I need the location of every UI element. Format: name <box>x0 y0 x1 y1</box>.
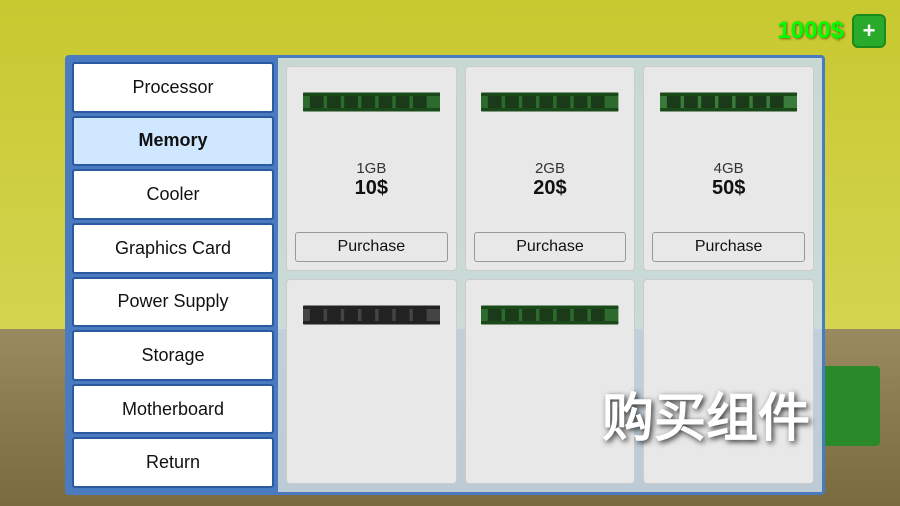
product-price-4gb: 50$ <box>712 177 745 200</box>
product-card-4gb: 4GB 50$ Purchase <box>643 66 814 271</box>
product-card-32gb <box>643 279 814 484</box>
product-size-1gb: 1GB <box>355 160 388 177</box>
main-panel: Processor Memory Cooler Graphics Card Po… <box>65 55 825 495</box>
sidebar-item-motherboard[interactable]: Motherboard <box>72 384 274 435</box>
purchase-button-4gb[interactable]: Purchase <box>652 232 805 262</box>
product-card-1gb: 1GB 10$ Purchase <box>286 66 457 271</box>
content-area: 1GB 10$ Purchase <box>278 58 822 492</box>
sidebar-item-processor[interactable]: Processor <box>72 62 274 113</box>
ram-image-8gb <box>303 296 440 336</box>
currency-amount: 1000$ <box>777 17 844 45</box>
product-info-4gb: 4GB 50$ <box>712 160 745 200</box>
sidebar-item-memory[interactable]: Memory <box>72 116 274 167</box>
sidebar-item-cooler[interactable]: Cooler <box>72 169 274 220</box>
product-price-2gb: 20$ <box>533 177 566 200</box>
ram-image-2gb <box>481 83 618 123</box>
sidebar: Processor Memory Cooler Graphics Card Po… <box>68 58 278 492</box>
product-size-2gb: 2GB <box>533 160 566 177</box>
product-card-2gb: 2GB 20$ Purchase <box>465 66 636 271</box>
product-size-4gb: 4GB <box>712 160 745 177</box>
green-box <box>820 366 880 446</box>
product-info-1gb: 1GB 10$ <box>355 160 388 200</box>
purchase-button-2gb[interactable]: Purchase <box>474 232 627 262</box>
ram-image-4gb <box>660 83 797 123</box>
ram-image-1gb <box>303 83 440 123</box>
product-info-2gb: 2GB 20$ <box>533 160 566 200</box>
currency-bar: 1000$ + <box>777 14 886 48</box>
plus-icon: + <box>863 20 876 42</box>
purchase-button-1gb[interactable]: Purchase <box>295 232 448 262</box>
product-price-1gb: 10$ <box>355 177 388 200</box>
ram-image-16gb <box>481 296 618 336</box>
sidebar-item-power-supply[interactable]: Power Supply <box>72 277 274 328</box>
product-card-8gb <box>286 279 457 484</box>
product-card-16gb <box>465 279 636 484</box>
sidebar-item-return[interactable]: Return <box>72 437 274 488</box>
sidebar-item-graphics-card[interactable]: Graphics Card <box>72 223 274 274</box>
currency-plus-button[interactable]: + <box>852 14 886 48</box>
sidebar-item-storage[interactable]: Storage <box>72 330 274 381</box>
